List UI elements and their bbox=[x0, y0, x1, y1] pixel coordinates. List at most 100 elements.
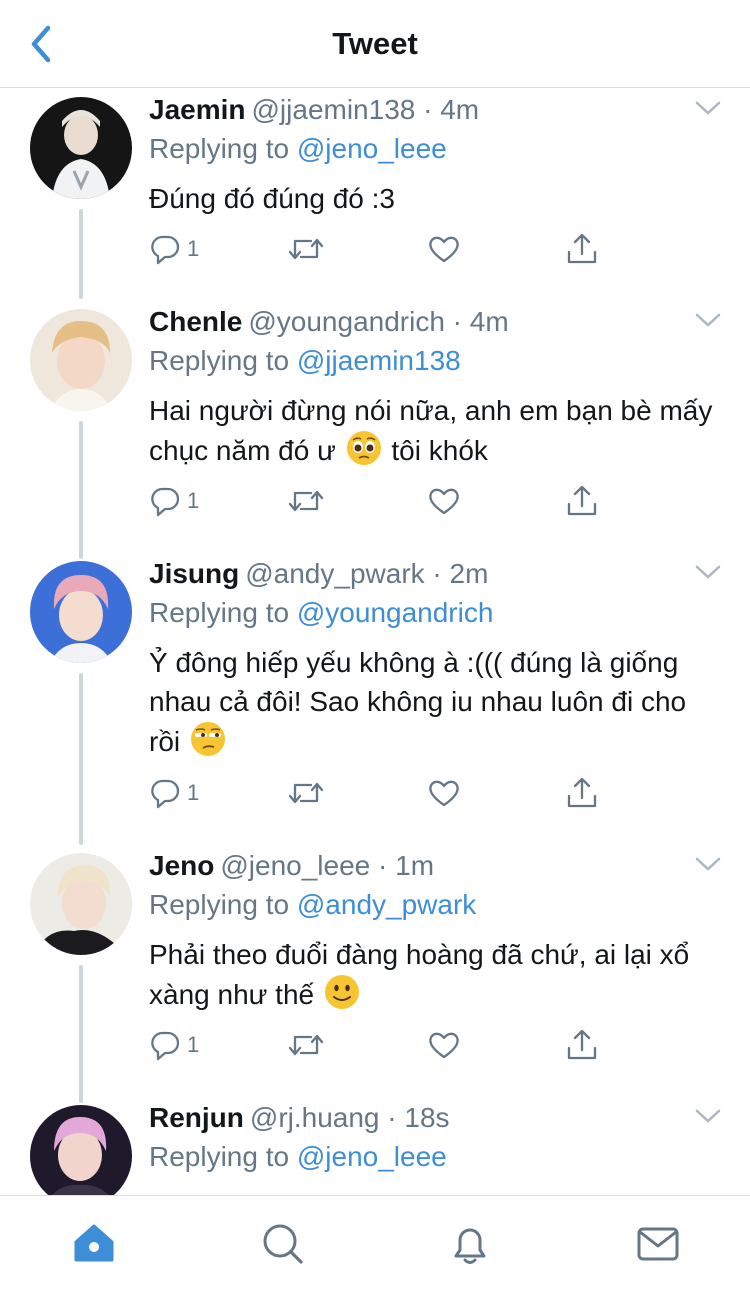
reply-to-handle[interactable]: @jeno_leee bbox=[297, 1141, 447, 1172]
reply-to-handle[interactable]: @andy_pwark bbox=[297, 889, 476, 920]
notifications-icon bbox=[454, 1228, 486, 1264]
tab-home[interactable] bbox=[70, 1220, 118, 1268]
tweet[interactable]: Chenle @youngandrich · 4m Replying to @jj… bbox=[0, 301, 750, 559]
thread-connector bbox=[79, 421, 83, 559]
like-button[interactable] bbox=[427, 229, 461, 269]
tweet-text: Ỷ đông hiếp yếu không à :((( đúng là giố… bbox=[149, 647, 687, 757]
thread-connector bbox=[79, 209, 83, 299]
reply-to-handle[interactable]: @jjaemin138 bbox=[297, 345, 461, 376]
tweet-actions: 1 bbox=[149, 229, 619, 269]
tab-messages[interactable] bbox=[634, 1220, 682, 1268]
home-icon bbox=[74, 1224, 114, 1262]
chevron-down-icon[interactable] bbox=[694, 561, 722, 583]
tweet-actions: 1 bbox=[149, 773, 619, 813]
chevron-down-icon[interactable] bbox=[694, 1105, 722, 1127]
timestamp: 4m bbox=[469, 306, 509, 337]
reply-to-handle[interactable]: @youngandrich bbox=[297, 597, 494, 628]
reply-icon bbox=[151, 1031, 180, 1061]
share-icon bbox=[567, 777, 597, 808]
tab-notifications[interactable] bbox=[446, 1220, 494, 1268]
reply-icon bbox=[151, 779, 180, 809]
heart-icon bbox=[429, 236, 459, 263]
heart-icon bbox=[429, 780, 459, 807]
chevron-down-icon[interactable] bbox=[694, 309, 722, 331]
tweet-actions: 1 bbox=[149, 481, 619, 521]
share-button[interactable] bbox=[565, 229, 599, 269]
messages-icon bbox=[637, 1227, 679, 1261]
avatar[interactable] bbox=[30, 309, 132, 411]
replying-to: Replying to @jeno_leee bbox=[149, 133, 447, 164]
retweet-button[interactable] bbox=[287, 773, 325, 813]
reply-button[interactable]: 1 bbox=[149, 229, 199, 269]
thread-connector bbox=[79, 673, 83, 845]
retweet-icon bbox=[288, 1034, 324, 1056]
user-handle[interactable]: @youngandrich bbox=[248, 306, 445, 337]
reply-thread[interactable]: Jaemin @jjaemin138 · 4m Replying to @jeno… bbox=[0, 89, 750, 1195]
tweet-actions: 1 bbox=[149, 1025, 619, 1065]
share-button[interactable] bbox=[565, 1025, 599, 1065]
display-name[interactable]: Renjun bbox=[149, 1102, 244, 1133]
chevron-down-icon[interactable] bbox=[694, 853, 722, 875]
tweet[interactable]: Jisung @andy_pwark · 2m Replying to @youn… bbox=[0, 553, 750, 845]
display-name[interactable]: Jisung bbox=[149, 558, 239, 589]
like-button[interactable] bbox=[427, 773, 461, 813]
retweet-button[interactable] bbox=[287, 229, 325, 269]
retweet-button[interactable] bbox=[287, 481, 325, 521]
user-handle[interactable]: @rj.huang bbox=[250, 1102, 380, 1133]
bottom-tab-bar bbox=[0, 1195, 750, 1294]
reply-button[interactable]: 1 bbox=[149, 481, 199, 521]
like-button[interactable] bbox=[427, 1025, 461, 1065]
avatar[interactable] bbox=[30, 97, 132, 199]
user-handle[interactable]: @andy_pwark bbox=[245, 558, 424, 589]
retweet-icon bbox=[288, 238, 324, 260]
user-handle[interactable]: @jjaemin138 bbox=[252, 94, 416, 125]
timestamp: 1m bbox=[395, 850, 435, 881]
reply-icon bbox=[151, 235, 180, 265]
tweet-text: Đúng đó đúng đó :3 bbox=[149, 183, 395, 214]
timestamp: 4m bbox=[440, 94, 480, 125]
avatar[interactable] bbox=[30, 561, 132, 663]
page-title: Tweet bbox=[332, 26, 418, 61]
share-icon bbox=[567, 233, 597, 264]
avatar[interactable] bbox=[30, 1105, 132, 1195]
reply-button[interactable]: 1 bbox=[149, 1025, 199, 1065]
search-icon bbox=[263, 1224, 303, 1264]
share-icon bbox=[567, 485, 597, 516]
reply-count: 1 bbox=[187, 1032, 200, 1057]
reply-button[interactable]: 1 bbox=[149, 773, 199, 813]
replying-to: Replying to @andy_pwark bbox=[149, 889, 477, 920]
timestamp: 18s bbox=[404, 1102, 450, 1133]
slightly-smiling-face-emoji bbox=[324, 975, 359, 1009]
chevron-down-icon[interactable] bbox=[694, 97, 722, 119]
replying-to: Replying to @jjaemin138 bbox=[149, 345, 461, 376]
tweet[interactable]: Renjun @rj.huang · 18s Replying to @jeno_… bbox=[0, 1097, 750, 1195]
reply-count: 1 bbox=[187, 236, 200, 261]
display-name[interactable]: Jeno bbox=[149, 850, 214, 881]
like-button[interactable] bbox=[427, 481, 461, 521]
replying-to: Replying to @youngandrich bbox=[149, 597, 494, 628]
replying-to: Replying to @jeno_leee bbox=[149, 1141, 447, 1172]
timestamp: 2m bbox=[449, 558, 489, 589]
unamused-face-emoji bbox=[190, 722, 225, 756]
reply-count: 1 bbox=[187, 488, 200, 513]
heart-icon bbox=[429, 1032, 459, 1059]
heart-icon bbox=[429, 488, 459, 515]
share-icon bbox=[567, 1029, 597, 1060]
reply-to-handle[interactable]: @jeno_leee bbox=[297, 133, 447, 164]
display-name[interactable]: Chenle bbox=[149, 306, 242, 337]
user-handle[interactable]: @jeno_leee bbox=[220, 850, 370, 881]
display-name[interactable]: Jaemin bbox=[149, 94, 246, 125]
thread-connector bbox=[79, 965, 83, 1103]
retweet-icon bbox=[288, 490, 324, 512]
tweet-text: Hai người đừng nói nữa, anh em bạn bè mấ… bbox=[149, 395, 713, 466]
share-button[interactable] bbox=[565, 773, 599, 813]
avatar[interactable] bbox=[30, 853, 132, 955]
tab-search[interactable] bbox=[258, 1220, 306, 1268]
reply-icon bbox=[151, 487, 180, 517]
retweet-button[interactable] bbox=[287, 1025, 325, 1065]
retweet-icon bbox=[288, 782, 324, 804]
reply-count: 1 bbox=[187, 780, 200, 805]
share-button[interactable] bbox=[565, 481, 599, 521]
top-navigation-bar: Tweet bbox=[0, 0, 750, 88]
tweet[interactable]: Jeno @jeno_leee · 1m Replying to @andy_pw… bbox=[0, 845, 750, 1103]
